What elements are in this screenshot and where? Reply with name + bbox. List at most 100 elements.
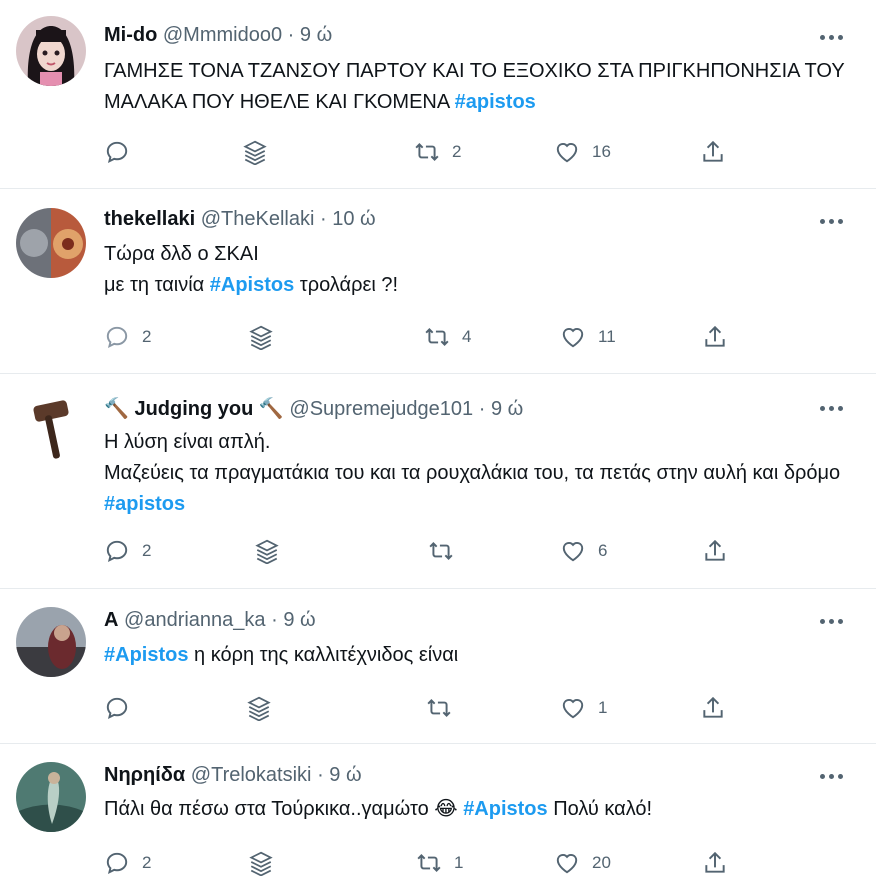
avatar[interactable] [16, 607, 86, 677]
tweet-actions: 2 6 [104, 536, 744, 566]
share-icon [703, 140, 723, 162]
heart-icon [562, 699, 584, 719]
reply-icon [106, 141, 128, 164]
more-options-icon[interactable] [820, 403, 844, 413]
stack-button[interactable] [248, 322, 274, 352]
tweet-text: Η λύση είναι απλή. Μαζεύεις τα πραγματάκ… [104, 427, 856, 520]
laughing-emoji-icon: 😂 [434, 798, 458, 820]
author-name[interactable]: thekellaki [104, 208, 195, 230]
tweet-text-content: η κόρη της καλλιτέχνιδος είναι [188, 644, 459, 666]
tweet[interactable]: thekellaki @TheKellaki · 10 ώ Τώρα δλδ ο… [0, 189, 876, 374]
retweet-button[interactable] [428, 536, 454, 566]
timestamp[interactable]: 9 ώ [300, 24, 332, 46]
reply-button[interactable]: 2 [104, 536, 151, 566]
timestamp[interactable]: 9 ώ [329, 764, 361, 786]
reply-button[interactable] [104, 693, 130, 723]
reply-button[interactable] [104, 137, 142, 167]
reply-count: 2 [142, 541, 152, 560]
timestamp[interactable]: 10 ώ [332, 208, 375, 230]
author-name[interactable]: Judging you [134, 398, 253, 420]
heart-icon [556, 854, 578, 874]
stack-button[interactable] [248, 848, 274, 878]
reply-count: 2 [142, 327, 152, 346]
separator: · [317, 764, 324, 786]
share-button[interactable] [702, 322, 728, 352]
share-button[interactable] [702, 536, 728, 566]
hashtag-link[interactable]: #apistos [455, 91, 536, 113]
avatar[interactable] [16, 762, 86, 832]
author-handle[interactable]: @Supremejudge101 [289, 398, 473, 420]
like-button[interactable]: 1 [560, 693, 607, 723]
like-button[interactable]: 20 [554, 848, 611, 878]
retweet-button[interactable]: 1 [416, 848, 463, 878]
tweet[interactable]: Νηρηίδα @Trelokatsiki · 9 ώ Πάλι θα πέσω… [0, 744, 876, 892]
tweet-actions: 2 1 20 [104, 848, 744, 878]
stack-button[interactable] [246, 693, 272, 723]
author-handle[interactable]: @andrianna_ka [124, 609, 266, 631]
heart-icon [562, 328, 584, 348]
reply-button[interactable]: 2 [104, 322, 151, 352]
avatar[interactable] [16, 393, 86, 463]
author-name[interactable]: A [104, 609, 118, 631]
more-options-icon[interactable] [820, 771, 844, 781]
tweet-text-line: Η λύση είναι απλή. [104, 431, 271, 453]
like-count: 20 [592, 853, 611, 872]
reply-icon [106, 852, 128, 875]
retweet-icon [429, 542, 453, 560]
share-icon [705, 851, 725, 873]
like-count: 6 [598, 541, 608, 560]
author-name[interactable]: Mi-do [104, 24, 157, 46]
separator: · [319, 208, 327, 230]
retweet-button[interactable] [426, 693, 452, 723]
like-button[interactable]: 11 [560, 322, 616, 352]
like-button[interactable]: 16 [554, 137, 611, 167]
hashtag-link[interactable]: #Apistos [210, 274, 294, 296]
avatar[interactable] [16, 208, 86, 278]
stack-button[interactable] [242, 137, 268, 167]
retweet-icon [427, 699, 451, 717]
tweet-text-content: Πολύ καλό! [547, 798, 653, 820]
timestamp[interactable]: 9 ώ [491, 398, 523, 420]
retweet-count: 4 [462, 327, 472, 346]
share-button[interactable] [700, 693, 726, 723]
more-options-icon[interactable] [820, 616, 844, 626]
separator: · [271, 609, 278, 631]
avatar[interactable] [16, 16, 86, 86]
heart-icon [562, 542, 584, 562]
retweet-button[interactable]: 2 [414, 137, 461, 167]
like-button[interactable]: 6 [560, 536, 607, 566]
layers-icon [247, 696, 271, 721]
author-handle[interactable]: @TheKellaki [201, 208, 315, 230]
layers-icon [243, 140, 267, 165]
tweet-text-content: Πάλι θα πέσω στα Τούρκικα..γαμώτο [104, 798, 435, 820]
tweet[interactable]: 🔨 Judging you 🔨 @Supremejudge101 · 9 ώ Η… [0, 374, 876, 589]
hashtag-link[interactable]: #Apistos [463, 798, 547, 820]
stack-button[interactable] [254, 536, 280, 566]
layers-icon [249, 851, 273, 876]
retweet-icon [415, 143, 439, 161]
hashtag-link[interactable]: #apistos [104, 493, 185, 515]
tweet-actions: 1 [104, 693, 744, 723]
layers-icon [255, 539, 279, 564]
reply-button[interactable]: 2 [104, 848, 151, 878]
share-button[interactable] [700, 137, 726, 167]
author-name[interactable]: Νηρηίδα [104, 764, 185, 786]
timestamp[interactable]: 9 ώ [283, 609, 315, 631]
author-handle[interactable]: @Trelokatsiki [191, 764, 312, 786]
author-handle[interactable]: @Mmmidoo0 [163, 24, 282, 46]
more-options-icon[interactable] [820, 32, 844, 42]
more-options-icon[interactable] [820, 216, 844, 226]
retweet-icon [417, 854, 441, 872]
tweet-text: Τώρα δλδ ο ΣΚΑΙ με τη ταινία #Apistos τρ… [104, 239, 864, 301]
share-icon [703, 696, 723, 718]
tweet[interactable]: Mi-do @Mmmidoo0 · 9 ώ ΓΑΜΗΣΕ ΤΟΝΑ ΤΖΑΝΣΟ… [0, 0, 876, 189]
separator: · [287, 24, 295, 46]
share-icon [705, 539, 725, 561]
share-button[interactable] [702, 848, 728, 878]
name-emoji-left: 🔨 [104, 398, 129, 420]
tweet-text: #Apistos η κόρη της καλλιτέχνιδος είναι [104, 640, 864, 671]
tweet[interactable]: A @andrianna_ka · 9 ώ #Apistos η κόρη τη… [0, 589, 876, 744]
hashtag-link[interactable]: #Apistos [104, 644, 188, 666]
retweet-icon [425, 328, 449, 346]
retweet-button[interactable]: 4 [424, 322, 471, 352]
